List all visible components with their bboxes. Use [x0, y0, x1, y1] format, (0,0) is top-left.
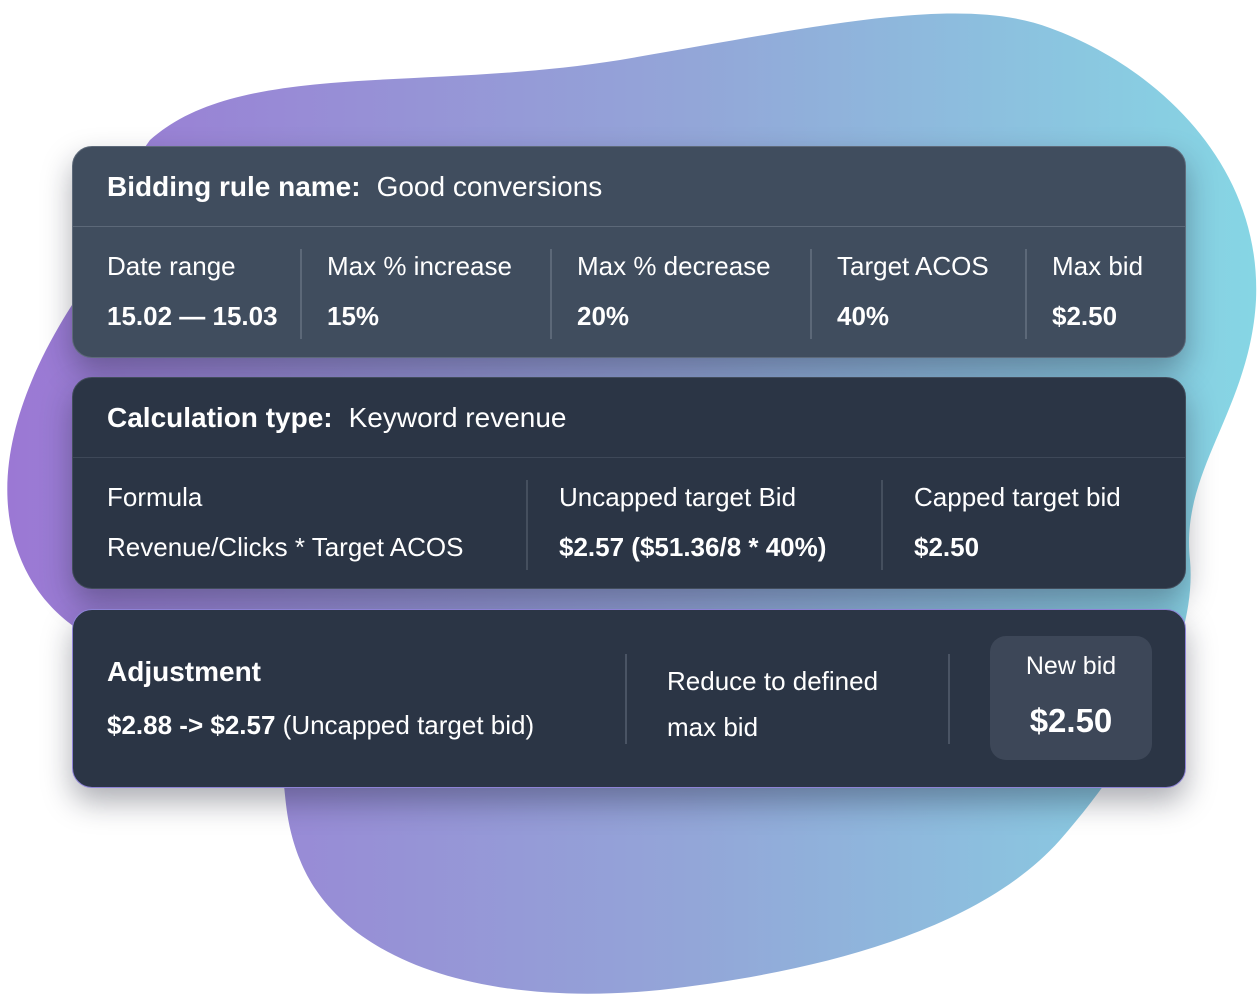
calculation-details: Formula Revenue/Clicks * Target ACOS Unc…: [73, 458, 1185, 588]
uncapped-bid-value: $2.57 ($51.36/8 * 40%): [559, 532, 827, 562]
max-bid-label: Max bid: [1052, 251, 1144, 281]
new-bid-label: New bid: [1025, 652, 1117, 680]
formula-label: Formula: [107, 482, 203, 512]
target-acos-label: Target ACOS: [837, 251, 989, 281]
uncapped-bid-label: Uncapped target Bid: [559, 482, 797, 512]
new-bid-value: $2.50: [1029, 702, 1113, 739]
column-divider: [300, 249, 302, 339]
column-divider: [550, 249, 552, 339]
column-divider: [948, 654, 950, 744]
formula-value: Revenue/Clicks * Target ACOS: [107, 532, 464, 562]
capped-bid-label: Capped target bid: [914, 482, 1121, 512]
adjustment-change-values: $2.88 -> $2.57: [107, 710, 276, 740]
bidding-rule-name-value: Good conversions: [376, 170, 603, 202]
column-divider: [810, 249, 812, 339]
adjustment-action-line2: max bid: [667, 712, 759, 742]
max-bid-value: $2.50: [1052, 301, 1118, 331]
adjustment-action-line1: Reduce to defined: [667, 666, 879, 696]
calculation-card: Calculation type: Keyword revenue Formul…: [72, 377, 1186, 589]
capped-bid-value: $2.50: [914, 532, 980, 562]
column-divider: [625, 654, 627, 744]
date-range-value: 15.02 — 15.03: [107, 301, 278, 331]
adjustment-card: Adjustment $2.88 -> $2.57 (Uncapped targ…: [72, 609, 1186, 788]
max-increase-label: Max % increase: [327, 251, 512, 281]
calculation-type-value: Keyword revenue: [348, 401, 567, 433]
adjustment-action: Reduce to defined max bid: [667, 658, 927, 750]
calculation-type-label: Calculation type:: [107, 401, 333, 433]
calculation-header: Calculation type: Keyword revenue: [73, 378, 1185, 458]
target-acos-value: 40%: [837, 301, 890, 331]
bidding-rule-header: Bidding rule name: Good conversions: [73, 147, 1185, 227]
date-range-label: Date range: [107, 251, 236, 281]
max-decrease-label: Max % decrease: [577, 251, 771, 281]
column-divider: [1025, 249, 1027, 339]
new-bid-box: New bid $2.50: [990, 636, 1152, 760]
max-decrease-value: 20%: [577, 301, 630, 331]
max-increase-value: 15%: [327, 301, 380, 331]
column-divider: [526, 480, 528, 570]
column-divider: [881, 480, 883, 570]
bidding-rule-card: Bidding rule name: Good conversions Date…: [72, 146, 1186, 358]
bidding-rule-parameters: Date range 15.02 — 15.03 Max % increase …: [73, 227, 1185, 357]
adjustment-change-note: (Uncapped target bid): [282, 710, 535, 740]
adjustment-change: $2.88 -> $2.57 (Uncapped target bid): [107, 710, 534, 741]
adjustment-title: Adjustment: [107, 656, 261, 687]
bidding-rule-name-label: Bidding rule name:: [107, 170, 361, 202]
